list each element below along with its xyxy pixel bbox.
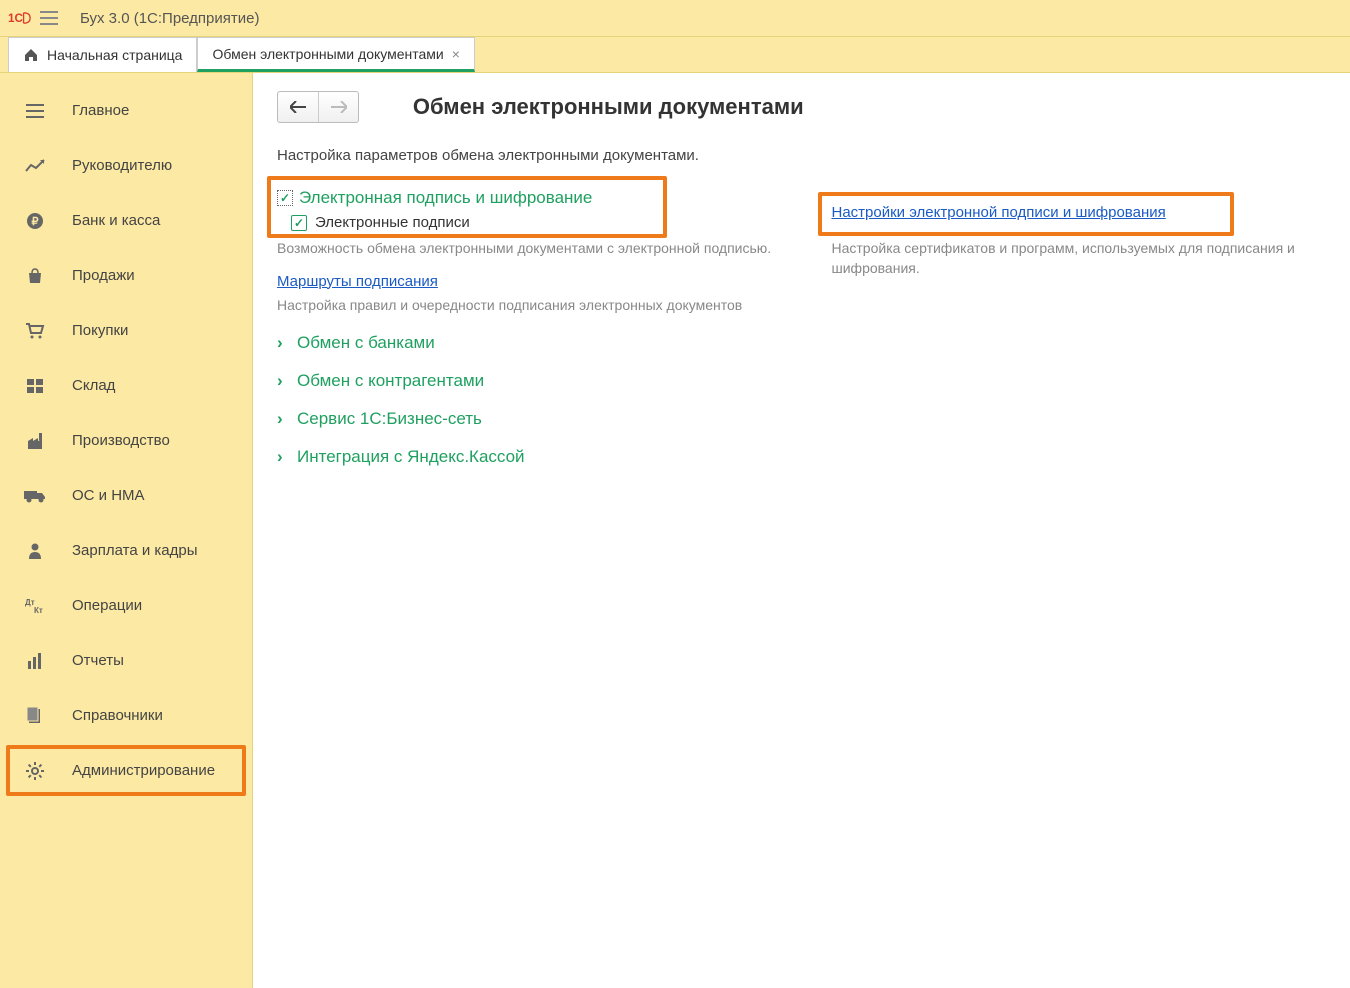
home-icon <box>23 47 39 63</box>
highlight-box <box>818 192 1234 236</box>
page-subtitle: Настройка параметров обмена электронными… <box>277 147 1326 164</box>
sidebar: Главное Руководителю ₽ Банк и касса Прод… <box>0 73 253 988</box>
tab-home-label: Начальная страница <box>47 47 182 63</box>
sidebar-item-label: Операции <box>72 597 142 614</box>
nav-forward-button[interactable] <box>318 92 358 122</box>
sidebar-item-label: Отчеты <box>72 652 124 669</box>
sidebar-item-reports[interactable]: Отчеты <box>0 633 252 688</box>
cart-icon <box>24 320 46 342</box>
chevron-right-icon: › <box>277 333 291 353</box>
sidebar-item-manager[interactable]: Руководителю <box>0 138 252 193</box>
sidebar-item-label: Главное <box>72 102 129 119</box>
sidebar-item-production[interactable]: Производство <box>0 413 252 468</box>
sidebar-item-label: Банк и касса <box>72 212 160 229</box>
svg-text:Кт: Кт <box>34 606 43 614</box>
tab-home[interactable]: Начальная страница <box>8 37 197 72</box>
desc-text: Возможность обмена электронными документ… <box>277 239 772 259</box>
nav-buttons <box>277 91 359 123</box>
person-icon <box>24 540 46 562</box>
svg-text:1C: 1C <box>8 12 24 25</box>
sidebar-item-label: Зарплата и кадры <box>72 542 198 559</box>
section-banks[interactable]: › Обмен с банками <box>277 333 772 353</box>
section-label: Обмен с банками <box>297 333 435 353</box>
debit-credit-icon: ДтКт <box>24 595 46 617</box>
sidebar-item-sales[interactable]: Продажи <box>0 248 252 303</box>
page-title: Обмен электронными документами <box>413 94 804 120</box>
right-column: Настройки электронной подписи и шифрован… <box>832 188 1327 473</box>
tabbar: Начальная страница Обмен электронными до… <box>0 37 1350 73</box>
section-label: Обмен с контрагентами <box>297 371 484 391</box>
svg-text:₽: ₽ <box>32 216 39 228</box>
tab-exchange-label: Обмен электронными документами <box>212 46 443 62</box>
section-label: Сервис 1С:Бизнес-сеть <box>297 409 482 429</box>
desc-text: Настройка сертификатов и программ, испол… <box>832 239 1327 278</box>
menu-burger-icon[interactable] <box>40 6 64 30</box>
sidebar-item-label: Склад <box>72 377 115 394</box>
link-routes[interactable]: Маршруты подписания <box>277 273 438 290</box>
sidebar-item-warehouse[interactable]: Склад <box>0 358 252 413</box>
sidebar-item-admin[interactable]: Администрирование <box>0 743 252 798</box>
content: Обмен электронными документами Настройка… <box>253 73 1350 988</box>
tab-exchange[interactable]: Обмен электронными документами × <box>197 37 474 72</box>
bag-icon <box>24 265 46 287</box>
sidebar-item-main[interactable]: Главное <box>0 83 252 138</box>
factory-icon <box>24 430 46 452</box>
ruble-icon: ₽ <box>24 210 46 232</box>
logo-1c-icon: 1C <box>8 9 40 27</box>
sidebar-item-label: Производство <box>72 432 170 449</box>
bar-chart-icon <box>24 650 46 672</box>
window-title: Бух 3.0 (1С:Предприятие) <box>80 10 259 27</box>
sidebar-item-directories[interactable]: Справочники <box>0 688 252 743</box>
close-icon[interactable]: × <box>452 46 460 62</box>
nav-back-button[interactable] <box>278 92 318 122</box>
chevron-right-icon: › <box>277 371 291 391</box>
chevron-right-icon: › <box>277 409 291 429</box>
section-counterparties[interactable]: › Обмен с контрагентами <box>277 371 772 391</box>
chevron-right-icon: › <box>277 447 291 467</box>
highlight-box <box>6 745 246 796</box>
books-icon <box>24 705 46 727</box>
sidebar-item-label: ОС и НМА <box>72 487 145 504</box>
sidebar-item-hr[interactable]: Зарплата и кадры <box>0 523 252 578</box>
titlebar: 1C Бух 3.0 (1С:Предприятие) <box>0 0 1350 37</box>
section-yandex-kassa[interactable]: › Интеграция с Яндекс.Кассой <box>277 447 772 467</box>
sidebar-item-bank[interactable]: ₽ Банк и касса <box>0 193 252 248</box>
sidebar-item-label: Справочники <box>72 707 163 724</box>
highlight-box <box>267 176 667 238</box>
sidebar-item-assets[interactable]: ОС и НМА <box>0 468 252 523</box>
section-label: Интеграция с Яндекс.Кассой <box>297 447 525 467</box>
grid-icon <box>24 375 46 397</box>
left-column: ✓ Электронная подпись и шифрование ✓ Эле… <box>277 188 772 473</box>
list-icon <box>24 100 46 122</box>
sidebar-item-operations[interactable]: ДтКт Операции <box>0 578 252 633</box>
sidebar-item-purchases[interactable]: Покупки <box>0 303 252 358</box>
sidebar-item-label: Покупки <box>72 322 128 339</box>
section-1c-network[interactable]: › Сервис 1С:Бизнес-сеть <box>277 409 772 429</box>
chart-line-icon <box>24 155 46 177</box>
sidebar-item-label: Продажи <box>72 267 135 284</box>
truck-icon <box>24 485 46 507</box>
sidebar-item-label: Руководителю <box>72 157 172 174</box>
desc-text: Настройка правил и очередности подписани… <box>277 296 772 316</box>
